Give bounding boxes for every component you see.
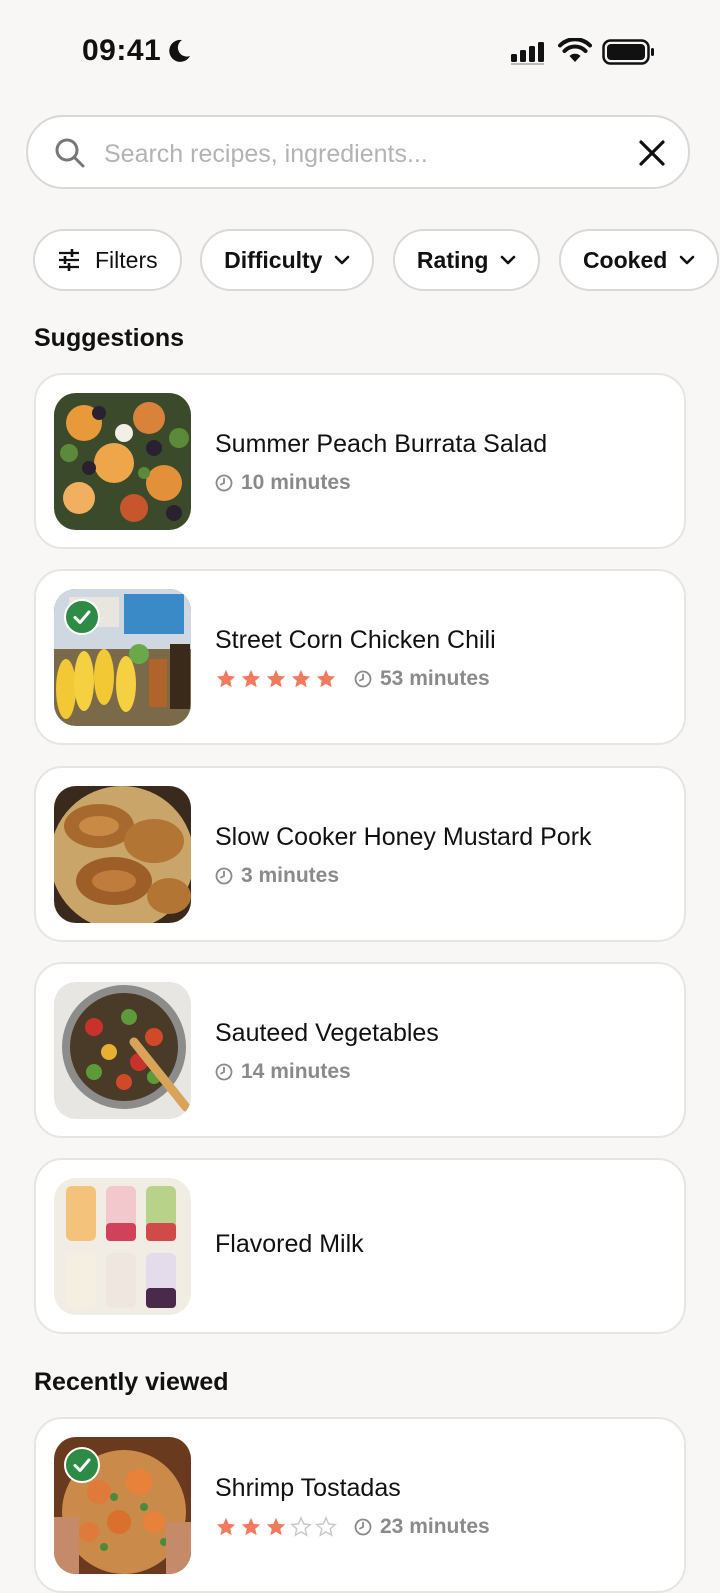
recipe-card[interactable]: Street Corn Chicken Chili 53 minutes: [34, 569, 686, 745]
recipe-title: Street Corn Chicken Chili: [215, 626, 496, 654]
star-filled-icon: [216, 669, 236, 688]
recipe-card[interactable]: Sauteed Vegetables 14 minutes: [34, 962, 686, 1138]
recipe-card[interactable]: Summer Peach Burrata Salad 10 minutes: [34, 373, 686, 549]
recipe-title: Slow Cooker Honey Mustard Pork: [215, 823, 592, 851]
filters-button[interactable]: Filters: [33, 229, 182, 291]
recipe-card[interactable]: Flavored Milk: [34, 1158, 686, 1334]
recipe-card[interactable]: Slow Cooker Honey Mustard Pork 3 minutes: [34, 766, 686, 942]
star-empty-icon: [315, 1516, 337, 1537]
recipe-title: Flavored Milk: [215, 1230, 364, 1258]
recipe-thumbnail: [54, 1178, 191, 1315]
chevron-down-icon: [501, 255, 516, 265]
status-bar: 09:41: [0, 0, 720, 100]
filter-chips: Filters Difficulty Rating Cooked: [33, 229, 720, 291]
recipe-meta: 23 minutes: [215, 1514, 490, 1540]
cook-time: 53 minutes: [380, 667, 490, 690]
star-filled-icon: [316, 669, 336, 688]
chevron-down-icon: [679, 255, 695, 265]
status-time: 09:41: [82, 34, 162, 67]
recipe-title: Sauteed Vegetables: [215, 1019, 439, 1047]
star-filled-icon: [241, 1517, 261, 1536]
recipe-thumbnail: [54, 393, 191, 530]
search-icon: [55, 138, 85, 168]
suggestions-heading: Suggestions: [34, 324, 185, 352]
recipe-meta: 3 minutes: [215, 863, 339, 889]
sliders-icon: [59, 249, 79, 271]
star-empty-icon: [290, 1516, 312, 1537]
cook-time: 3 minutes: [241, 864, 340, 887]
rating-stars: [215, 668, 340, 690]
clock-icon: [354, 1518, 372, 1536]
chevron-down-icon: [335, 255, 350, 265]
cooked-dropdown[interactable]: Cooked: [558, 229, 720, 291]
filters-label: Filters: [95, 246, 158, 273]
difficulty-label: Difficulty: [224, 246, 323, 273]
cooked-checkmark-icon: [64, 599, 100, 635]
moon-icon: [169, 39, 190, 62]
clock-icon: [215, 867, 233, 885]
recently-viewed-heading: Recently viewed: [34, 1368, 229, 1396]
recipe-title: Shrimp Tostadas: [215, 1474, 401, 1502]
search-input[interactable]: [102, 131, 606, 177]
cellular-signal-icon: [511, 42, 544, 65]
cook-time: 23 minutes: [380, 1515, 490, 1538]
search-bar[interactable]: [26, 115, 690, 189]
rating-dropdown[interactable]: Rating: [392, 229, 541, 291]
recipe-meta: 53 minutes: [215, 666, 490, 692]
clock-icon: [215, 1063, 233, 1081]
star-filled-icon: [266, 669, 286, 688]
rating-stars: [215, 1516, 340, 1538]
star-filled-icon: [216, 1517, 236, 1536]
cooked-checkmark-icon: [64, 1447, 100, 1483]
recipe-meta: 14 minutes: [215, 1059, 351, 1085]
rating-label: Rating: [416, 246, 489, 273]
star-filled-icon: [291, 669, 311, 688]
star-filled-icon: [266, 1517, 286, 1536]
close-icon[interactable]: [638, 139, 666, 167]
cook-time: 14 minutes: [241, 1060, 351, 1083]
difficulty-dropdown[interactable]: Difficulty: [200, 229, 375, 291]
star-filled-icon: [241, 669, 261, 688]
clock-icon: [354, 670, 372, 688]
recipe-card[interactable]: Shrimp Tostadas 23 minutes: [34, 1417, 686, 1593]
cook-time: 10 minutes: [241, 471, 351, 494]
recipe-thumbnail: [54, 982, 191, 1119]
cooked-label: Cooked: [582, 246, 668, 273]
recipe-title: Summer Peach Burrata Salad: [215, 430, 548, 458]
recipe-thumbnail: [54, 786, 191, 923]
clock-icon: [215, 474, 233, 492]
battery-icon: [602, 39, 654, 65]
wifi-icon: [558, 38, 592, 62]
recipe-meta: 10 minutes: [215, 470, 351, 496]
